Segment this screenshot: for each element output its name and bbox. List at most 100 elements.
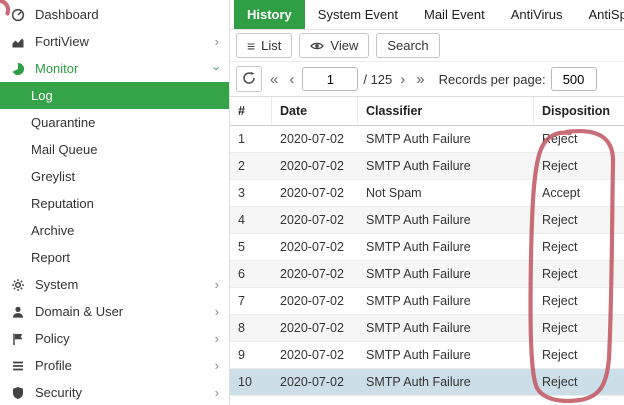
chevron-right-icon: › [215, 278, 219, 291]
sidebar-item-fortiview[interactable]: FortiView › [0, 28, 229, 55]
cell-classifier: SMTP Auth Failure [358, 267, 534, 281]
chevron-right-icon: › [215, 35, 219, 48]
refresh-icon [242, 71, 256, 88]
cell-date: 2020-07-02 [272, 186, 358, 200]
refresh-button[interactable] [236, 66, 262, 92]
tab-antispam[interactable]: AntiSpam [576, 0, 624, 29]
cell-disposition: Reject [534, 213, 624, 227]
sidebar-item-domain-user[interactable]: Domain & User › [0, 298, 229, 325]
cell-num: 2 [230, 159, 272, 173]
header-num[interactable]: # [230, 97, 272, 125]
shield-icon [10, 386, 26, 400]
table-row[interactable]: 2 2020-07-02 SMTP Auth Failure Reject [230, 153, 624, 180]
cell-date: 2020-07-02 [272, 375, 358, 389]
tab-system-event[interactable]: System Event [305, 0, 411, 29]
fortiview-icon [10, 35, 26, 49]
main-content: History System Event Mail Event AntiViru… [230, 0, 624, 405]
fortimail-app: Dashboard FortiView › Monitor › Log Quar… [0, 0, 624, 405]
sidebar-item-label: Monitor [35, 61, 206, 76]
sidebar-item-label: System [35, 277, 206, 292]
page-total: / 125 [363, 72, 392, 87]
cell-disposition: Reject [534, 375, 624, 389]
cell-num: 1 [230, 132, 272, 146]
sidebar-item-profile[interactable]: Profile › [0, 352, 229, 379]
pagination-bar: « ‹ / 125 › » Records per page: [230, 62, 624, 96]
sidebar-item-label: Domain & User [35, 304, 206, 319]
sidebar-item-archive[interactable]: Archive [0, 217, 229, 244]
table-row[interactable]: 3 2020-07-02 Not Spam Accept [230, 180, 624, 207]
table-row[interactable]: 8 2020-07-02 SMTP Auth Failure Reject [230, 315, 624, 342]
list-lines-icon [10, 359, 26, 373]
search-button[interactable]: Search [376, 33, 439, 58]
cell-date: 2020-07-02 [272, 132, 358, 146]
cell-date: 2020-07-02 [272, 159, 358, 173]
sidebar-item-label: Quarantine [31, 115, 95, 130]
sidebar-item-policy[interactable]: Policy › [0, 325, 229, 352]
header-classifier[interactable]: Classifier [358, 97, 534, 125]
cell-classifier: SMTP Auth Failure [358, 348, 534, 362]
header-disposition[interactable]: Disposition [534, 97, 624, 125]
table-row[interactable]: 1 2020-07-02 SMTP Auth Failure Reject [230, 126, 624, 153]
table-row[interactable]: 7 2020-07-02 SMTP Auth Failure Reject [230, 288, 624, 315]
sidebar-item-reputation[interactable]: Reputation [0, 190, 229, 217]
list-button[interactable]: ≡ List [236, 33, 292, 58]
cell-num: 5 [230, 240, 272, 254]
cell-num: 7 [230, 294, 272, 308]
sidebar-item-quarantine[interactable]: Quarantine [0, 109, 229, 136]
chevron-right-icon: › [215, 386, 219, 399]
cell-num: 10 [230, 375, 272, 389]
cell-num: 4 [230, 213, 272, 227]
header-date[interactable]: Date [272, 97, 358, 125]
toolbar: ≡ List View Search [230, 30, 624, 62]
sidebar-item-label: Policy [35, 331, 206, 346]
table-row[interactable]: 6 2020-07-02 SMTP Auth Failure Reject [230, 261, 624, 288]
first-page-button[interactable]: « [267, 71, 281, 88]
page-input[interactable] [302, 67, 358, 91]
records-per-page-label: Records per page: [439, 72, 546, 87]
table-row[interactable]: 4 2020-07-02 SMTP Auth Failure Reject [230, 207, 624, 234]
cell-date: 2020-07-02 [272, 240, 358, 254]
sidebar-item-label: Archive [31, 223, 74, 238]
view-button-label: View [330, 38, 358, 53]
sidebar-item-dashboard[interactable]: Dashboard [0, 1, 229, 28]
last-page-button[interactable]: » [413, 71, 427, 88]
cell-date: 2020-07-02 [272, 294, 358, 308]
list-button-label: List [261, 38, 281, 53]
prev-page-button[interactable]: ‹ [286, 71, 297, 88]
cell-num: 6 [230, 267, 272, 281]
view-button[interactable]: View [299, 33, 369, 58]
sidebar-item-label: Greylist [31, 169, 75, 184]
cell-date: 2020-07-02 [272, 213, 358, 227]
next-page-button[interactable]: › [397, 71, 408, 88]
cell-date: 2020-07-02 [272, 321, 358, 335]
user-icon [10, 305, 26, 319]
chevron-down-icon: › [210, 66, 223, 70]
cell-classifier: SMTP Auth Failure [358, 294, 534, 308]
tab-mail-event[interactable]: Mail Event [411, 0, 498, 29]
records-per-page-input[interactable] [551, 67, 597, 91]
flag-icon [10, 332, 26, 346]
sidebar-item-greylist[interactable]: Greylist [0, 163, 229, 190]
tab-antivirus[interactable]: AntiVirus [498, 0, 576, 29]
table-row[interactable]: 5 2020-07-02 SMTP Auth Failure Reject [230, 234, 624, 261]
sidebar-item-security[interactable]: Security › [0, 379, 229, 405]
list-icon: ≡ [247, 39, 255, 53]
sidebar-item-monitor[interactable]: Monitor › [0, 55, 229, 82]
sidebar-item-log[interactable]: Log [0, 82, 229, 109]
cell-disposition: Reject [534, 294, 624, 308]
cell-num: 3 [230, 186, 272, 200]
chevron-right-icon: › [215, 359, 219, 372]
chevron-right-icon: › [215, 332, 219, 345]
table-row[interactable]: 9 2020-07-02 SMTP Auth Failure Reject [230, 342, 624, 369]
tab-history[interactable]: History [234, 0, 305, 29]
eye-icon [310, 39, 324, 53]
cell-disposition: Reject [534, 267, 624, 281]
sidebar-item-mail-queue[interactable]: Mail Queue [0, 136, 229, 163]
cell-num: 8 [230, 321, 272, 335]
table-header: # Date Classifier Disposition [230, 96, 624, 126]
sidebar-item-report[interactable]: Report [0, 244, 229, 271]
sidebar-item-label: Log [31, 88, 53, 103]
table-row-selected[interactable]: 10 2020-07-02 SMTP Auth Failure Reject [230, 369, 624, 396]
dashboard-icon [10, 8, 26, 22]
sidebar-item-system[interactable]: System › [0, 271, 229, 298]
